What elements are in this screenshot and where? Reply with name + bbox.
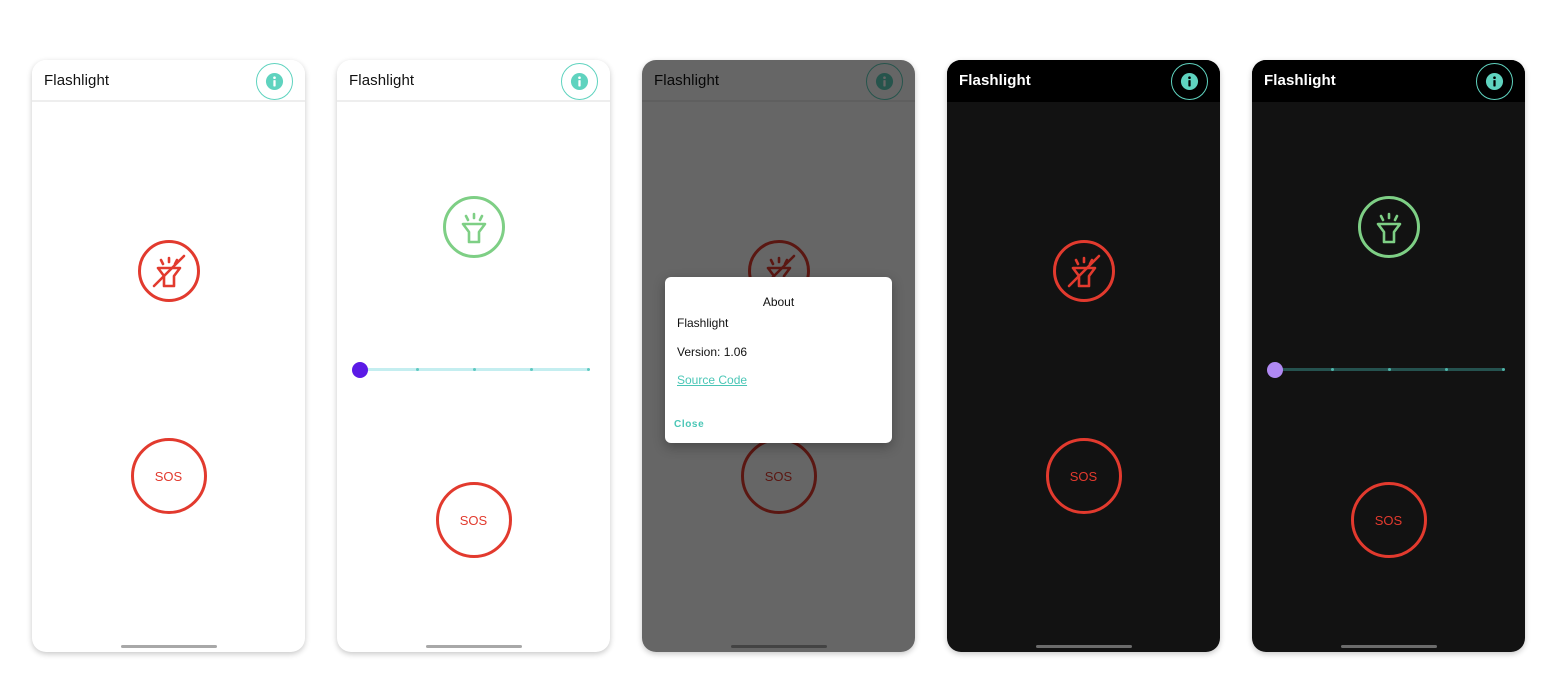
nav-handle[interactable]: [425, 645, 522, 648]
slider-tick: [1387, 368, 1391, 371]
screen-dark-on: Flashlight SOS: [1252, 60, 1525, 652]
flashlight-toggle-button[interactable]: [442, 196, 505, 258]
sos-button[interactable]: SOS: [435, 482, 512, 558]
nav-handle[interactable]: [1340, 645, 1437, 648]
slider-tick: [529, 368, 533, 371]
info-button[interactable]: [561, 63, 598, 100]
source-code-link[interactable]: Source Code: [677, 373, 747, 387]
screen-light-off: Flashlight SOS: [32, 60, 305, 652]
nav-handle[interactable]: [1035, 645, 1132, 648]
slider-tick: [586, 368, 590, 371]
flashlight-toggle-button[interactable]: [1052, 240, 1115, 302]
slider-tick: [415, 368, 419, 371]
app-bar: Flashlight: [337, 60, 610, 102]
info-button[interactable]: [256, 63, 293, 100]
slider-tick: [472, 368, 476, 371]
close-button[interactable]: Close: [674, 419, 704, 430]
flashlight-off-icon: [152, 254, 185, 288]
flashlight-on-icon: [1376, 212, 1401, 244]
flashlight-toggle-button[interactable]: [1357, 196, 1420, 258]
app-title: Flashlight: [44, 72, 110, 89]
flashlight-on-icon: [461, 212, 486, 244]
info-icon: [570, 72, 589, 91]
app-bar: Flashlight: [32, 60, 305, 102]
info-button[interactable]: [1476, 63, 1513, 100]
screen-light-on: Flashlight SOS: [337, 60, 610, 652]
app-bar: Flashlight: [1252, 60, 1525, 102]
flashlight-off-icon: [1067, 254, 1100, 288]
brightness-slider[interactable]: [352, 360, 596, 380]
app-title: Flashlight: [959, 72, 1031, 89]
screen-about-dialog: Flashlight SOS About Flashlight Version:…: [642, 60, 915, 652]
dialog-app-name: Flashlight: [677, 316, 729, 330]
slider-thumb[interactable]: [352, 362, 368, 378]
slider-thumb[interactable]: [1267, 362, 1283, 378]
slider-tick: [1444, 368, 1448, 371]
sos-button[interactable]: SOS: [1350, 482, 1427, 558]
slider-tick: [1501, 368, 1505, 371]
screen-dark-off: Flashlight SOS: [947, 60, 1220, 652]
info-button[interactable]: [1171, 63, 1208, 100]
sos-button[interactable]: SOS: [1045, 438, 1122, 514]
flashlight-toggle-button[interactable]: [137, 240, 200, 302]
dialog-version: Version: 1.06: [677, 345, 748, 359]
info-icon: [265, 72, 284, 91]
app-title: Flashlight: [349, 72, 415, 89]
info-icon: [1485, 72, 1504, 91]
about-dialog: About Flashlight Version: 1.06 Source Co…: [665, 277, 892, 443]
brightness-slider[interactable]: [1267, 360, 1511, 380]
app-title: Flashlight: [1264, 72, 1336, 89]
app-bar: Flashlight: [947, 60, 1220, 102]
nav-handle[interactable]: [120, 645, 217, 648]
dialog-title: About: [762, 295, 795, 309]
sos-button[interactable]: SOS: [130, 438, 207, 514]
info-icon: [1180, 72, 1199, 91]
slider-tick: [1330, 368, 1334, 371]
